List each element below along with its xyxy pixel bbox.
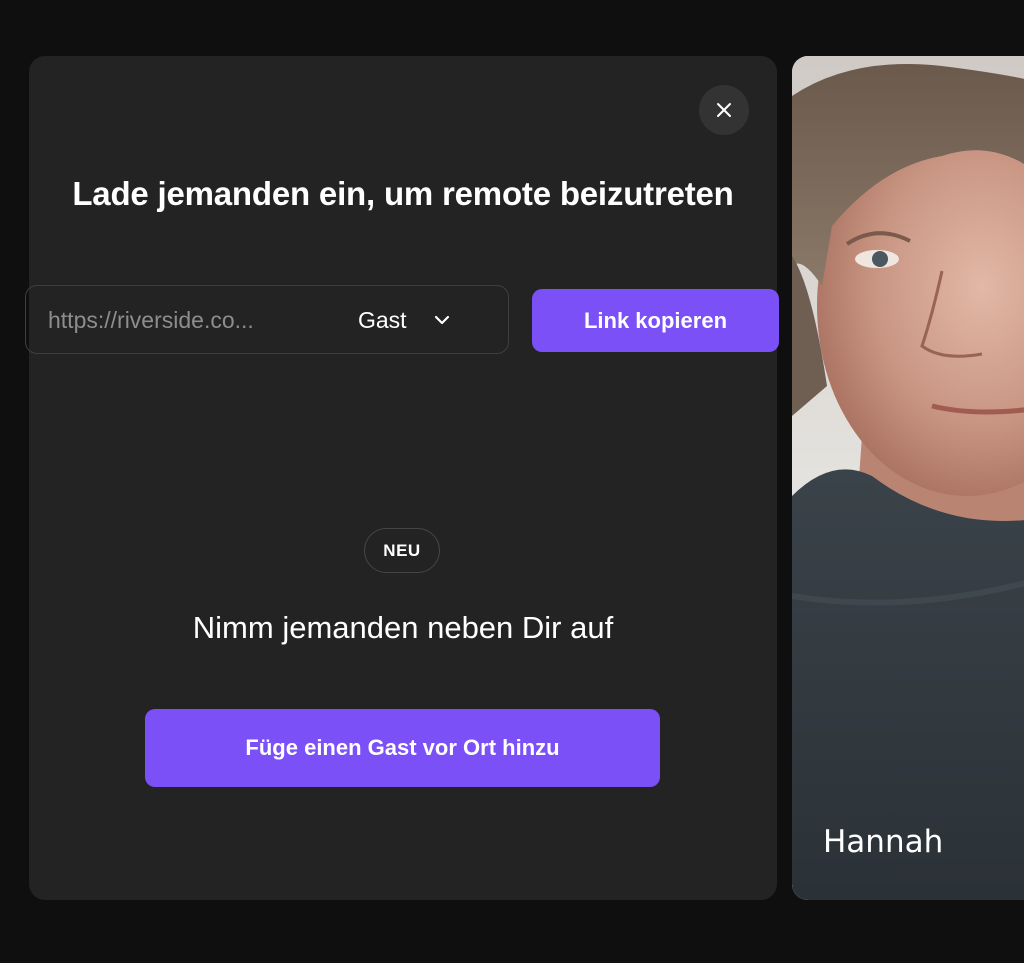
invite-title: Lade jemanden ein, um remote beizutreten: [72, 175, 734, 212]
participant-video: [792, 56, 1024, 900]
new-badge: NEU: [364, 528, 440, 573]
invite-link-field: Gast: [25, 285, 509, 354]
invite-link-input[interactable]: [48, 304, 318, 336]
invite-panel: Lade jemanden ein, um remote beizutreten…: [25, 56, 779, 900]
app-stage: Lade jemanden ein, um remote beizutreten…: [0, 0, 1024, 963]
participant-tile[interactable]: Hannah: [792, 56, 1024, 900]
copy-link-button[interactable]: Link kopieren: [532, 289, 779, 352]
local-guest-title: Nimm jemanden neben Dir auf: [192, 610, 614, 645]
role-select-value: Gast: [358, 306, 407, 333]
chevron-down-icon: [433, 314, 451, 326]
role-select[interactable]: Gast: [358, 300, 468, 340]
participant-name: Hannah: [823, 824, 944, 860]
add-local-guest-button[interactable]: Füge einen Gast vor Ort hinzu: [145, 709, 660, 787]
close-icon: [716, 102, 732, 118]
close-button[interactable]: [699, 85, 749, 135]
